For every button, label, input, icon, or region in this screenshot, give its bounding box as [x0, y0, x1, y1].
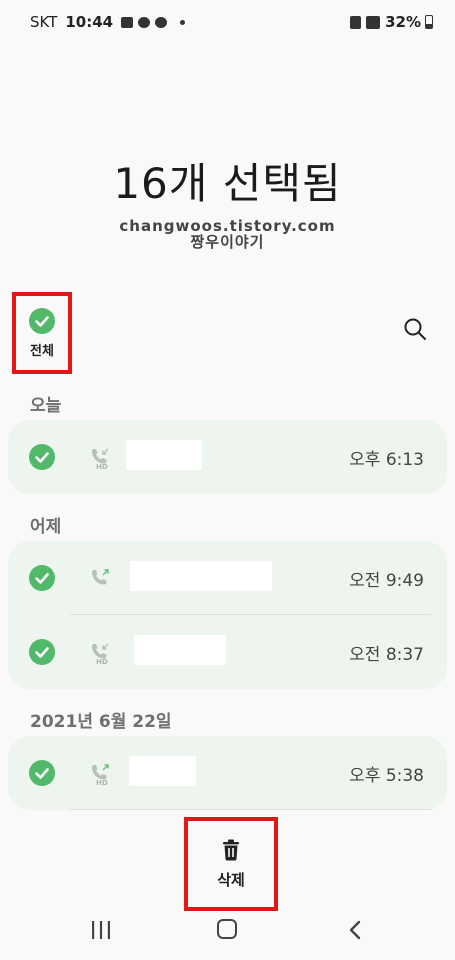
call-log-row[interactable]: HD 오전 8:37: [8, 615, 447, 689]
alarm-icon: [350, 15, 362, 29]
check-icon: [29, 307, 55, 334]
watermark: changwoos.tistory.com 짱우이야기: [0, 218, 455, 250]
call-log-row[interactable]: HD 오후 5:38: [8, 736, 447, 810]
call-time: 오전 9:49: [349, 571, 424, 591]
gallery-notification-icon: [121, 16, 134, 28]
row-divider: [70, 809, 431, 810]
call-log-row[interactable]: HD 오후 6:13: [8, 420, 447, 494]
delete-button[interactable]: 삭제: [184, 817, 278, 911]
battery-percent: 32%: [385, 13, 421, 31]
select-all-toggle[interactable]: 전체: [12, 292, 72, 374]
status-right: 32%: [350, 13, 433, 31]
section-header-yesterday: 어제: [30, 517, 62, 537]
call-log-group-yesterday: 오전 9:49 HD 오전 8:37: [8, 541, 447, 689]
call-log-row[interactable]: 오전 9:49: [8, 541, 447, 615]
redacted-contact: [129, 756, 196, 786]
home-icon[interactable]: [217, 919, 237, 939]
hd-badge: HD: [96, 779, 108, 787]
page-title: 16개 선택됨: [113, 159, 342, 208]
check-icon[interactable]: [29, 565, 55, 591]
outgoing-call-icon: [92, 569, 109, 585]
status-left: SKT 10:44: [30, 13, 186, 31]
section-header-date: 2021년 6월 22일: [30, 712, 172, 732]
trash-icon: [223, 839, 239, 860]
call-log-group-today: HD 오후 6:13: [8, 420, 447, 494]
battery-icon: [425, 15, 433, 29]
watermark-blog-name: 짱우이야기: [190, 233, 265, 251]
watermark-url: changwoos.tistory.com: [119, 217, 336, 235]
message-notification-icon: [138, 16, 151, 28]
more-notifications-icon: [180, 19, 186, 25]
call-time: 오전 8:37: [349, 645, 424, 665]
navigation-bar: [0, 912, 455, 960]
section-header-today: 오늘: [30, 396, 62, 416]
redacted-contact: [134, 635, 226, 665]
hd-badge: HD: [96, 658, 108, 666]
select-all-label: 전체: [30, 343, 54, 359]
status-bar: SKT 10:44 32%: [0, 0, 455, 44]
call-time: 오후 6:13: [349, 450, 424, 470]
back-icon[interactable]: [346, 920, 364, 940]
search-icon[interactable]: [402, 316, 428, 342]
delete-label: 삭제: [217, 870, 245, 889]
hd-badge: HD: [96, 463, 108, 471]
5g-signal-icon: [366, 15, 381, 29]
clock: 10:44: [65, 13, 114, 31]
carrier-label: SKT: [30, 13, 58, 31]
talk-notification-icon: [155, 16, 168, 28]
check-icon[interactable]: [29, 444, 55, 470]
check-icon[interactable]: [29, 760, 55, 786]
call-log-group-date: HD 오후 5:38: [8, 736, 447, 810]
check-icon[interactable]: [29, 639, 55, 665]
redacted-contact: [126, 440, 202, 470]
redacted-contact: [130, 561, 272, 591]
call-time: 오후 5:38: [349, 766, 424, 786]
recent-apps-icon[interactable]: [91, 921, 111, 939]
